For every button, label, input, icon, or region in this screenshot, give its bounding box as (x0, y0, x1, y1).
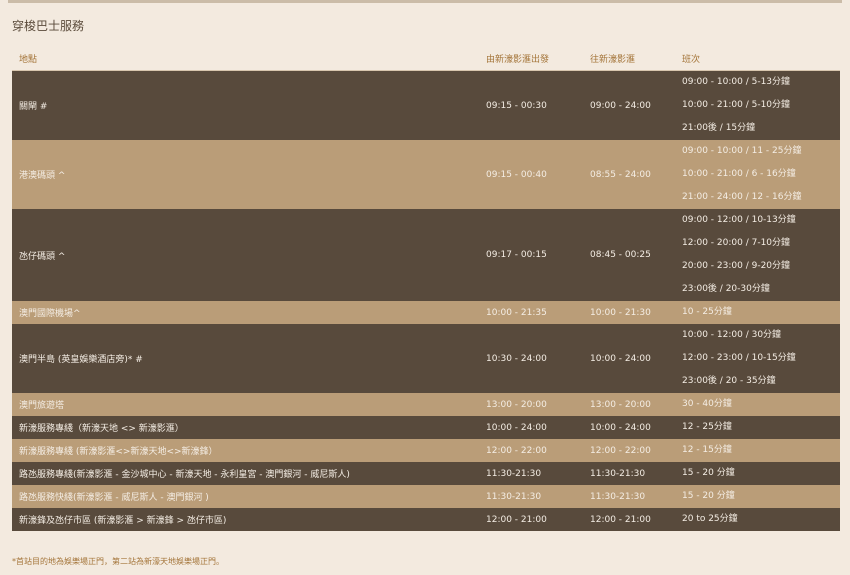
cell-location: 澳門國際機場^ (12, 301, 479, 324)
cell-depart-time: 11:30-21:30 (479, 462, 583, 485)
table-header-row: 地點 由新濠影滙出發 往新濠影滙 班次 (12, 47, 840, 71)
table-row: 新濠服務專綫（新濠天地 <> 新濠影滙） 10:00 - 24:00 10:00 -… (12, 416, 840, 439)
table-row: 關閘 #09:15 - 00:30 09:00 - 24:00 09:00 - 10… (12, 70, 840, 140)
cell-location: 新濠服務專綫 (新濠影滙<>新濠天地<>新濠鋒） (12, 439, 479, 462)
cell-depart-time: 12:00 - 21:00 (479, 508, 583, 531)
header-schedule: 班次 (675, 47, 840, 71)
table-row: 澳門國際機場^ 10:00 - 21:35 10:00 - 21:30 10 - 25… (12, 301, 840, 324)
shuttle-schedule-table: 地點 由新濠影滙出發 往新濠影滙 班次 關閘 #09:15 - 00:30 09:… (12, 47, 840, 531)
cell-schedule: 20 to 25分鐘 (675, 508, 840, 531)
cell-arrive-time: 10:00 - 21:30 (583, 301, 675, 324)
table-row: 港澳碼頭 ^ 09:15 - 00:40 08:55 - 24:00 09:00 - … (12, 140, 840, 209)
schedule-line: 15 - 20 分鐘 (682, 491, 735, 501)
section-title: 穿梭巴士服務 (12, 19, 85, 33)
cell-location: 氹仔碼頭 ^ (12, 209, 479, 301)
cell-depart-time: 09:17 - 00:15 (479, 209, 583, 301)
table-row: 澳門旅遊塔 13:00 - 20:00 13:00 - 20:00 30 - 40分鐘 (12, 393, 840, 416)
cell-arrive-time: 10:00 - 24:00 (583, 416, 675, 439)
header-arrive: 往新濠影滙 (583, 47, 675, 71)
schedule-line: 30 - 40分鐘 (682, 399, 732, 409)
cell-arrive-time: 12:00 - 21:00 (583, 508, 675, 531)
schedule-line: 09:00 - 12:00 / 10-13分鐘 (682, 215, 796, 225)
table-row: 路氹服務專綫(新濠影滙 - 金沙城中心 - 新濠天地 - 永利皇宮 - 澳門銀河… (12, 462, 840, 485)
schedule-line: 23:00後 / 20 - 35分鐘 (682, 376, 776, 386)
table-row: 氹仔碼頭 ^ 09:17 - 00:15 08:45 - 00:25 09:00 - … (12, 209, 840, 301)
schedule-line: 10:00 - 12:00 / 30分鐘 (682, 330, 782, 340)
cell-depart-time: 11:30-21:30 (479, 485, 583, 508)
header-location: 地點 (12, 47, 479, 71)
cell-depart-time: 09:15 - 00:30 (479, 70, 583, 140)
schedule-line: 20:00 - 23:00 / 9-20分鐘 (682, 261, 791, 271)
cell-schedule: 09:00 - 10:00 / 5-13分鐘 10:00 - 21:00 / 5-… (675, 70, 840, 140)
cell-arrive-time: 13:00 - 20:00 (583, 393, 675, 416)
top-divider (8, 0, 842, 3)
schedule-line: 12:00 - 23:00 / 10-15分鐘 (682, 353, 796, 363)
schedule-line: 10 - 25分鐘 (682, 307, 732, 317)
header-depart: 由新濠影滙出發 (479, 47, 583, 71)
schedule-line: 21:00後 / 15分鐘 (682, 123, 756, 133)
cell-schedule: 10:00 - 12:00 / 30分鐘 12:00 - 23:00 / 10-1… (675, 324, 840, 393)
cell-depart-time: 10:00 - 21:35 (479, 301, 583, 324)
schedule-line: 10:00 - 21:00 / 6 - 16分鐘 (682, 169, 796, 179)
table-row: 路氹服務快綫(新濠影滙 - 威尼斯人 - 澳門銀河 ) 11:30-21:30 11… (12, 485, 840, 508)
schedule-line: 10:00 - 21:00 / 5-10分鐘 (682, 100, 791, 110)
cell-location: 澳門半島 (英皇娛樂酒店旁)* # (12, 324, 479, 393)
cell-depart-time: 12:00 - 22:00 (479, 439, 583, 462)
cell-location: 港澳碼頭 ^ (12, 140, 479, 209)
cell-schedule: 10 - 25分鐘 (675, 301, 840, 324)
schedule-line: 15 - 20 分鐘 (682, 468, 735, 478)
cell-schedule: 15 - 20 分鐘 (675, 462, 840, 485)
cell-schedule: 15 - 20 分鐘 (675, 485, 840, 508)
cell-arrive-time: 10:00 - 24:00 (583, 324, 675, 393)
cell-depart-time: 13:00 - 20:00 (479, 393, 583, 416)
table-row: 新濠鋒及氹仔市區 (新濠影滙 > 新濠鋒 > 氹仔市區) 12:00 - 21:0… (12, 508, 840, 531)
cell-location: 路氹服務快綫(新濠影滙 - 威尼斯人 - 澳門銀河 ) (12, 485, 479, 508)
cell-arrive-time: 08:45 - 00:25 (583, 209, 675, 301)
cell-arrive-time: 09:00 - 24:00 (583, 70, 675, 140)
cell-schedule: 30 - 40分鐘 (675, 393, 840, 416)
footnote: *首站目的地為娛樂場正門，第二站為新濠天地娛樂場正門。 (12, 557, 224, 566)
cell-schedule: 12 - 25分鐘 (675, 416, 840, 439)
table-row: 新濠服務專綫 (新濠影滙<>新濠天地<>新濠鋒） 12:00 - 22:00 12:… (12, 439, 840, 462)
schedule-line: 21:00 - 24:00 / 12 - 16分鐘 (682, 192, 802, 202)
cell-location: 關閘 # (12, 70, 479, 140)
cell-depart-time: 10:00 - 24:00 (479, 416, 583, 439)
cell-arrive-time: 11:30-21:30 (583, 462, 675, 485)
cell-arrive-time: 08:55 - 24:00 (583, 140, 675, 209)
cell-location: 澳門旅遊塔 (12, 393, 479, 416)
cell-location: 路氹服務專綫(新濠影滙 - 金沙城中心 - 新濠天地 - 永利皇宮 - 澳門銀河… (12, 462, 479, 485)
cell-location: 新濠服務專綫（新濠天地 <> 新濠影滙） (12, 416, 479, 439)
schedule-line: 20 to 25分鐘 (682, 514, 738, 524)
schedule-line: 12 - 15分鐘 (682, 445, 732, 455)
cell-location: 新濠鋒及氹仔市區 (新濠影滙 > 新濠鋒 > 氹仔市區) (12, 508, 479, 531)
table-row: 澳門半島 (英皇娛樂酒店旁)* #10:30 - 24:00 10:00 - 24… (12, 324, 840, 393)
cell-schedule: 12 - 15分鐘 (675, 439, 840, 462)
cell-schedule: 09:00 - 10:00 / 11 - 25分鐘 10:00 - 21:00 /… (675, 140, 840, 209)
cell-arrive-time: 12:00 - 22:00 (583, 439, 675, 462)
schedule-line: 12:00 - 20:00 / 7-10分鐘 (682, 238, 791, 248)
cell-depart-time: 09:15 - 00:40 (479, 140, 583, 209)
schedule-line: 12 - 25分鐘 (682, 422, 732, 432)
schedule-line: 23:00後 / 20-30分鐘 (682, 284, 770, 294)
schedule-line: 09:00 - 10:00 / 11 - 25分鐘 (682, 146, 802, 156)
cell-arrive-time: 11:30-21:30 (583, 485, 675, 508)
cell-schedule: 09:00 - 12:00 / 10-13分鐘 12:00 - 20:00 / 7… (675, 209, 840, 301)
schedule-line: 09:00 - 10:00 / 5-13分鐘 (682, 77, 791, 87)
cell-depart-time: 10:30 - 24:00 (479, 324, 583, 393)
